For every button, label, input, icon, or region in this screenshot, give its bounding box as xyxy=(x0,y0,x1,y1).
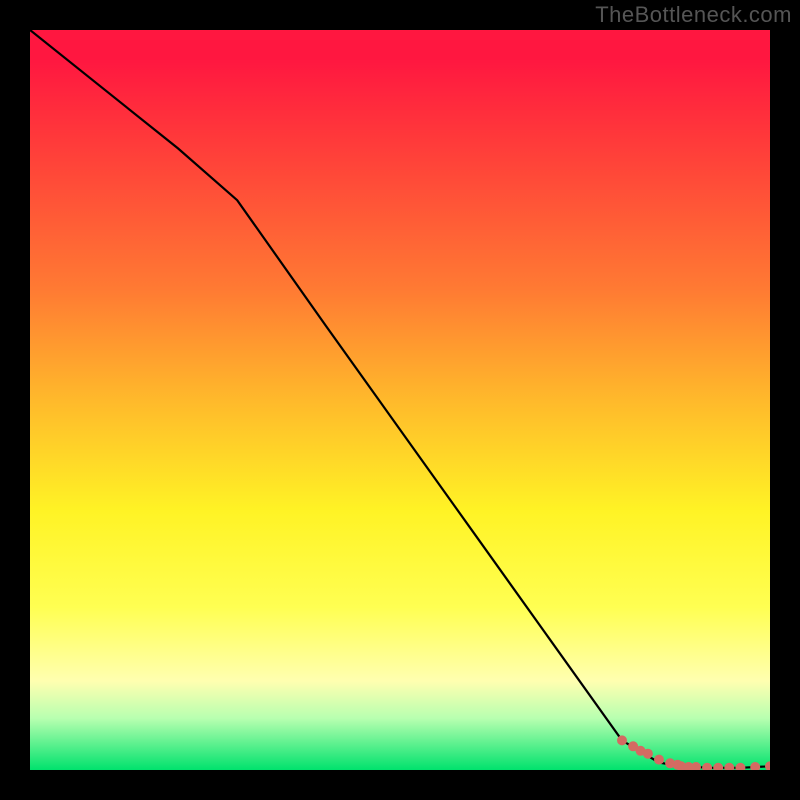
marker-dot xyxy=(765,761,770,770)
marker-dot xyxy=(643,749,653,759)
chart-frame: TheBottleneck.com xyxy=(0,0,800,800)
marker-dot xyxy=(617,735,627,745)
marker-dot xyxy=(654,755,664,765)
plot-area xyxy=(30,30,770,770)
marker-dot xyxy=(735,763,745,770)
marker-dot xyxy=(750,762,760,770)
marker-dot xyxy=(702,763,712,770)
marker-group xyxy=(617,735,770,770)
marker-dot xyxy=(724,763,734,770)
chart-overlay xyxy=(30,30,770,770)
main-curve xyxy=(30,30,770,768)
watermark-text: TheBottleneck.com xyxy=(595,2,792,28)
marker-dot xyxy=(713,763,723,770)
marker-dot xyxy=(691,762,701,770)
